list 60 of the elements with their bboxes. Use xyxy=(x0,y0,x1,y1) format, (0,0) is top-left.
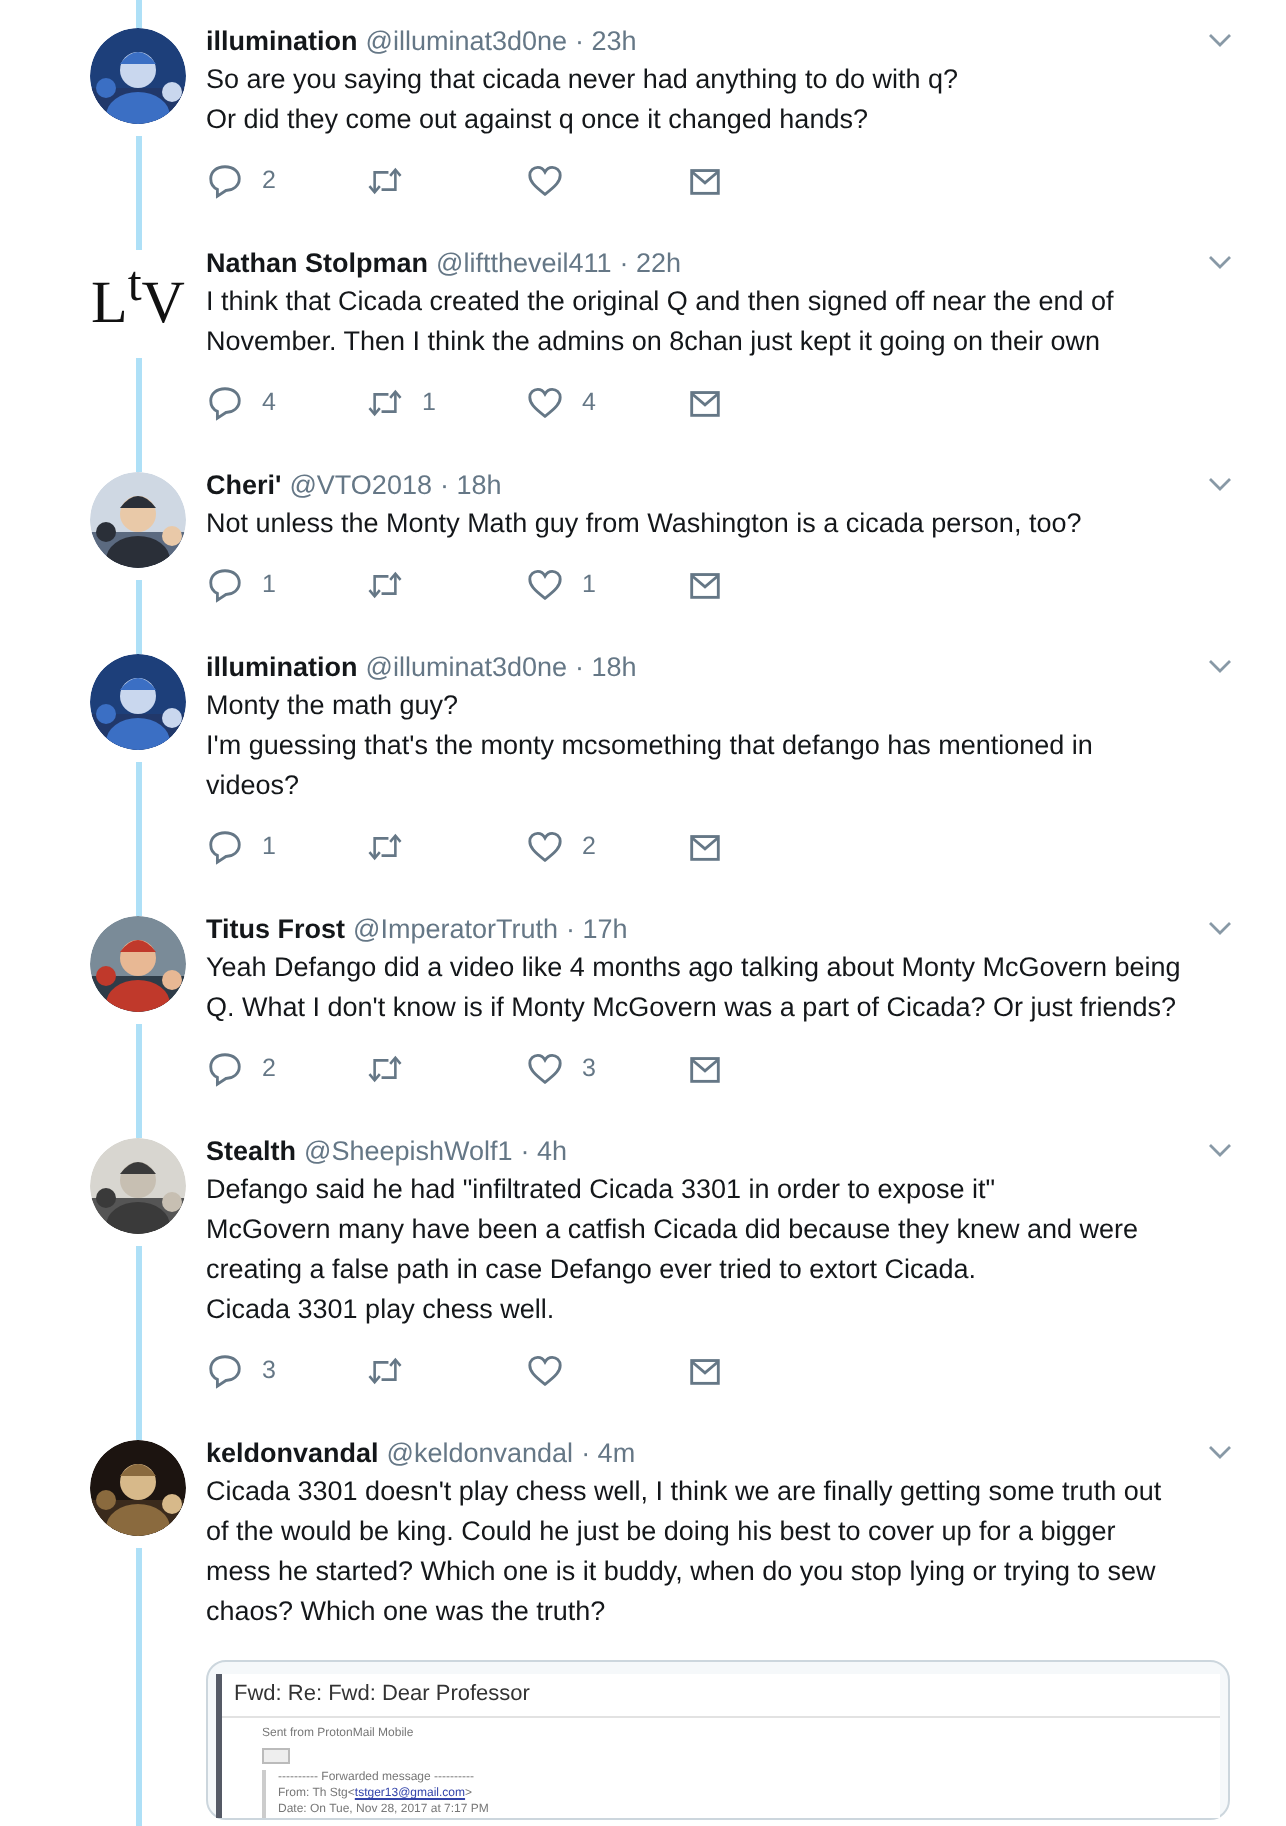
user-handle[interactable]: @VTO2018 xyxy=(289,469,432,499)
tweet-text: Not unless the Monty Math guy from Washington is a cicada person, too? xyxy=(206,506,1084,542)
tweet-time[interactable]: · 4m xyxy=(581,1437,636,1467)
retweet-count: 1 xyxy=(422,388,436,416)
user-handle[interactable]: @lifttheveil411 xyxy=(436,247,612,277)
user-handle[interactable]: @ImperatorTruth xyxy=(353,913,558,943)
like-count: 2 xyxy=(582,832,596,860)
tweet-time[interactable]: · 23h xyxy=(575,25,637,55)
reply-icon[interactable] xyxy=(206,1351,244,1389)
tweet-time[interactable]: · 18h xyxy=(439,469,502,499)
heart-icon[interactable] xyxy=(526,161,564,199)
tweet-text: So are you saying that cicada never had anything to do with q? Or did they come out against q once it changed hands? xyxy=(206,62,960,138)
user-name[interactable]: Cheri' xyxy=(206,469,282,499)
chevron-icon[interactable] xyxy=(1208,920,1232,936)
user-handle[interactable]: @keldonvandal xyxy=(386,1437,574,1467)
tweet-time[interactable]: · 22h xyxy=(619,247,682,277)
reply-icon[interactable] xyxy=(206,827,244,865)
user-name[interactable]: Nathan Stolpman xyxy=(206,247,429,277)
heart-icon[interactable] xyxy=(526,1049,564,1087)
user-name[interactable]: illumination xyxy=(206,25,358,55)
reply-icon[interactable] xyxy=(206,1049,244,1087)
expand-button xyxy=(262,1748,290,1764)
tweet-time[interactable]: · 17h xyxy=(566,913,628,943)
reply-count: 1 xyxy=(262,832,276,860)
reply-count: 4 xyxy=(262,388,276,416)
tweet-text: Cicada 3301 doesn't play chess well, I think we are finally getting some truth out of the would be king. Could he just be doing his best to cover up for a bigger mess he started? Which one is it buddy, when do you stop lying or trying to sew chaos? Which one was the truth? xyxy=(206,1474,1164,1630)
user-name[interactable]: keldonvandal xyxy=(206,1437,379,1467)
chevron-icon[interactable] xyxy=(1208,1444,1232,1460)
like-count: 4 xyxy=(582,388,596,416)
heart-icon[interactable] xyxy=(526,565,564,603)
reply-count: 1 xyxy=(262,570,276,598)
user-name[interactable]: illumination xyxy=(206,651,358,681)
tweet-text: I think that Cicada created the original Q and then signed off near the end of November. Then I think the admins on 8chan just kept it going on their own xyxy=(206,284,1116,360)
chevron-icon[interactable] xyxy=(1208,254,1232,270)
tweet-text: Yeah Defango did a video like 4 months ago talking about Monty McGovern being Q. What I don't know is if Monty McGovern was a part of Cicada? Or just friends? xyxy=(206,950,1183,1026)
heart-icon[interactable] xyxy=(526,383,564,421)
reply-count: 2 xyxy=(262,1054,276,1082)
tweet-time[interactable]: · 4h xyxy=(520,1135,568,1165)
user-name[interactable]: Titus Frost xyxy=(206,913,346,943)
email-subject: Fwd: Re: Fwd: Dear Professor xyxy=(222,1674,1220,1718)
tweet-text: Monty the math guy? I'm guessing that's the monty mcsomething that defango has mentioned in videos? xyxy=(206,688,1095,804)
reply-icon[interactable] xyxy=(206,161,244,199)
chevron-icon[interactable] xyxy=(1208,658,1232,674)
user-name[interactable]: Stealth xyxy=(206,1135,297,1165)
reply-icon[interactable] xyxy=(206,565,244,603)
user-handle[interactable]: @illuminat3d0ne xyxy=(365,651,568,681)
tweet-time[interactable]: · 18h xyxy=(575,651,637,681)
like-count: 3 xyxy=(582,1054,596,1082)
reply-count: 2 xyxy=(262,166,276,194)
heart-icon[interactable] xyxy=(526,1351,564,1389)
chevron-icon[interactable] xyxy=(1208,476,1232,492)
reply-count: 3 xyxy=(262,1356,276,1384)
user-handle[interactable]: @SheepishWolf1 xyxy=(304,1135,513,1165)
like-count: 1 xyxy=(582,570,596,598)
chevron-icon[interactable] xyxy=(1208,32,1232,48)
heart-icon[interactable] xyxy=(526,827,564,865)
chevron-icon[interactable] xyxy=(1208,1142,1232,1158)
user-handle[interactable]: @illuminat3d0ne xyxy=(365,25,568,55)
tweet-text: Defango said he had "infiltrated Cicada 3301 in order to expose it" McGovern many have been a catfish Cicada did because they knew and were creating a false path in case Defango ever tried to extort Cicada. Cicada 3301 play chess well. xyxy=(206,1172,1141,1328)
reply-icon[interactable] xyxy=(206,383,244,421)
